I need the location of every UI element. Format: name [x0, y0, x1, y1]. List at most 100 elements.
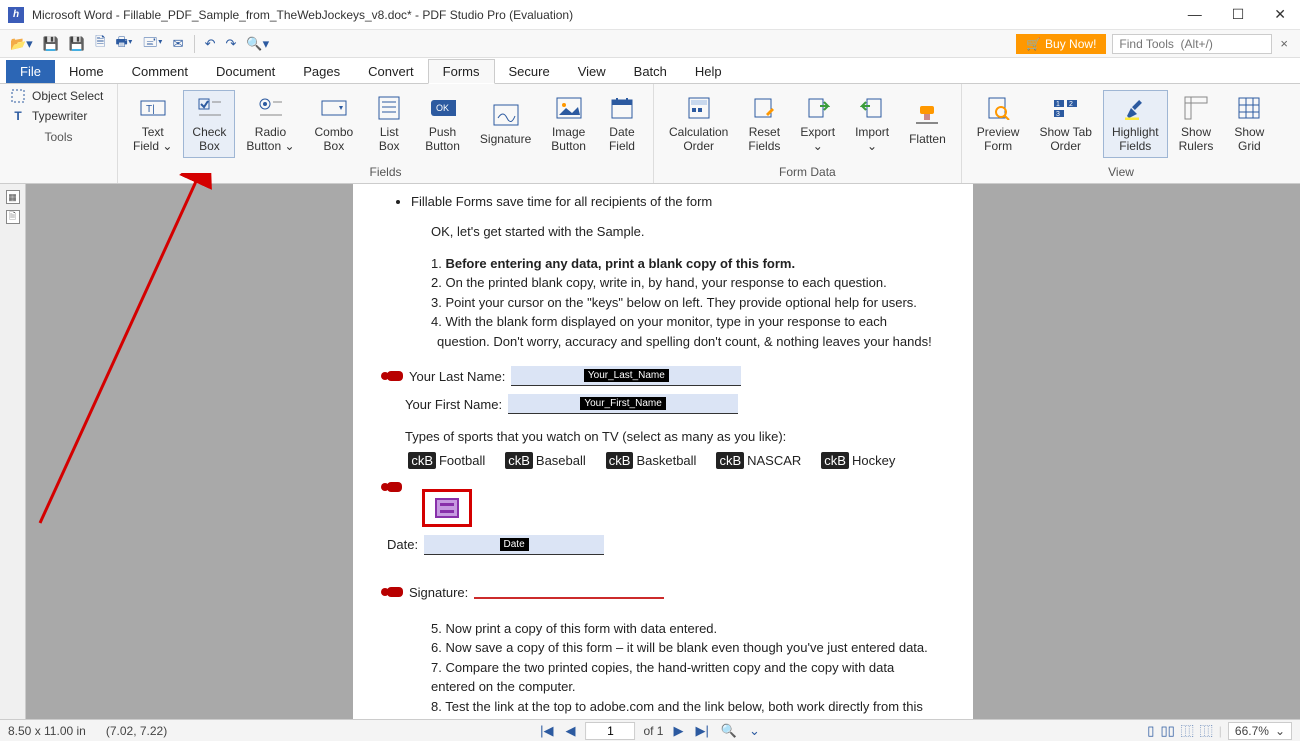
list-box-button[interactable]: List Box — [364, 90, 414, 158]
mail-icon[interactable]: ✉ — [169, 34, 188, 54]
buy-now-button[interactable]: 🛒 Buy Now! — [1016, 34, 1106, 54]
cursor-coords: (7.02, 7.22) — [106, 724, 167, 738]
last-page-button[interactable]: ▶| — [693, 723, 710, 739]
flatten-icon — [914, 102, 940, 128]
sport-baseball[interactable]: ckBBaseball — [505, 452, 586, 469]
tab-document[interactable]: Document — [202, 60, 289, 83]
date-label: Date: — [387, 537, 418, 552]
show-tab-order-button[interactable]: 123Show Tab Order — [1030, 90, 1100, 158]
workspace: ▦ 🗎 Fillable Forms save time for all rec… — [0, 184, 1300, 719]
typewriter-button[interactable]: TTypewriter — [10, 108, 107, 124]
tab-secure[interactable]: Secure — [495, 60, 564, 83]
find-close-icon[interactable]: × — [1274, 36, 1294, 51]
preview-form-button[interactable]: Preview Form — [968, 90, 1029, 158]
pages-icon[interactable]: 🗎 — [6, 210, 20, 224]
tab-home[interactable]: Home — [55, 60, 118, 83]
signature-button[interactable]: Signature — [471, 97, 540, 151]
highlight-icon — [1122, 95, 1148, 121]
signature-label: Signature: — [409, 585, 468, 600]
svg-text:2: 2 — [1069, 101, 1073, 108]
date-field[interactable]: Date — [424, 535, 604, 555]
view-facing-icon[interactable]: ⿲ — [1181, 721, 1194, 740]
date-field-button[interactable]: Date Field — [597, 90, 647, 158]
attach-icon[interactable]: 🖃▾ — [139, 31, 167, 57]
zoom-level[interactable]: 66.7%⌄ — [1228, 722, 1292, 740]
combo-box-button[interactable]: Combo Box — [306, 90, 363, 158]
zoom-dropdown-icon[interactable]: ⌄ — [747, 723, 762, 739]
tab-help[interactable]: Help — [681, 60, 736, 83]
import-button[interactable]: Import ⌄ — [846, 90, 898, 158]
first-name-field[interactable]: Your_First_Name — [508, 394, 738, 414]
save-all-icon[interactable]: 🗎 — [91, 31, 109, 57]
svg-text:T|: T| — [146, 104, 155, 115]
tab-forms[interactable]: Forms — [428, 59, 495, 84]
print-icon[interactable]: 🖶▾ — [112, 31, 137, 57]
last-name-label: Your Last Name: — [409, 369, 505, 384]
check-box-button[interactable]: Check Box — [183, 90, 235, 158]
sport-nascar[interactable]: ckBNASCAR — [716, 452, 801, 469]
radio-icon — [257, 95, 283, 121]
show-grid-button[interactable]: Show Grid — [1224, 90, 1274, 158]
calculation-order-button[interactable]: Calculation Order — [660, 90, 737, 158]
tab-view[interactable]: View — [564, 60, 620, 83]
tab-pages[interactable]: Pages — [289, 60, 354, 83]
page-number-input[interactable] — [585, 722, 635, 740]
reset-fields-button[interactable]: Reset Fields — [739, 90, 789, 158]
undo-icon[interactable]: ↶ — [201, 34, 220, 54]
open-icon[interactable]: 📂▾ — [6, 34, 37, 54]
quick-access-toolbar: 📂▾ 💾 💾 🗎 🖶▾ 🖃▾ ✉ ↶ ↷ 🔍▾ 🛒 Buy Now! × — [0, 30, 1300, 58]
view-continuous-icon[interactable]: ▯▯ — [1160, 723, 1174, 739]
import-icon — [859, 95, 885, 121]
sports-label: Types of sports that you watch on TV (se… — [405, 428, 955, 446]
close-button[interactable]: ✕ — [1268, 4, 1292, 25]
view-single-icon[interactable]: ▯ — [1147, 723, 1154, 739]
flatten-button[interactable]: Flatten — [900, 97, 955, 151]
side-panel: ▦ 🗎 — [0, 184, 26, 719]
next-page-button[interactable]: ▶ — [671, 723, 685, 739]
tab-file[interactable]: File — [6, 60, 55, 83]
thumbnails-icon[interactable]: ▦ — [6, 190, 20, 204]
image-icon — [556, 95, 582, 121]
text-field-button[interactable]: T|Text Field ⌄ — [124, 90, 181, 158]
zoom-out-icon[interactable]: 🔍 — [719, 723, 739, 739]
maximize-button[interactable]: ☐ — [1226, 4, 1251, 25]
prev-page-button[interactable]: ◀ — [563, 723, 577, 739]
signature-line[interactable] — [474, 585, 664, 599]
intro-text: OK, let's get started with the Sample. — [431, 223, 955, 241]
tab-comment[interactable]: Comment — [118, 60, 202, 83]
last-name-field[interactable]: Your_Last_Name — [511, 366, 741, 386]
sport-basketball[interactable]: ckBBasketball — [606, 452, 697, 469]
window-title: Microsoft Word - Fillable_PDF_Sample_fro… — [32, 8, 1182, 22]
radio-button-button[interactable]: Radio Button ⌄ — [237, 90, 303, 158]
highlighted-checkbox[interactable] — [422, 489, 472, 527]
group-label-fields: Fields — [118, 163, 653, 183]
minimize-button[interactable]: — — [1182, 4, 1208, 25]
tab-convert[interactable]: Convert — [354, 60, 428, 83]
tab-batch[interactable]: Batch — [620, 60, 681, 83]
key-icon — [387, 482, 402, 492]
typewriter-icon: T — [10, 108, 26, 124]
push-button-button[interactable]: OKPush Button — [416, 90, 469, 158]
object-select-button[interactable]: Object Select — [10, 88, 107, 104]
show-rulers-button[interactable]: Show Rulers — [1170, 90, 1223, 158]
signature-icon — [493, 102, 519, 128]
grid-icon — [1236, 95, 1262, 121]
step-4a: 4. With the blank form displayed on your… — [431, 313, 955, 331]
sport-hockey[interactable]: ckBHockey — [821, 452, 895, 469]
save-as-icon[interactable]: 💾 — [65, 34, 89, 54]
first-name-label: Your First Name: — [405, 397, 502, 412]
svg-text:1: 1 — [1056, 101, 1060, 108]
title-bar: h Microsoft Word - Fillable_PDF_Sample_f… — [0, 0, 1300, 30]
list-icon — [376, 95, 402, 121]
first-page-button[interactable]: |◀ — [538, 723, 555, 739]
view-cover-icon[interactable]: ⿲ — [1200, 721, 1213, 740]
save-icon[interactable]: 💾 — [39, 34, 63, 54]
image-button-button[interactable]: Image Button — [542, 90, 595, 158]
redo-icon[interactable]: ↷ — [221, 34, 240, 54]
sport-football[interactable]: ckBFootball — [408, 452, 485, 469]
status-bar: 8.50 x 11.00 in (7.02, 7.22) |◀ ◀ of 1 ▶… — [0, 719, 1300, 741]
find-tools-input[interactable] — [1112, 34, 1272, 54]
zoom-icon[interactable]: 🔍▾ — [242, 34, 273, 54]
export-button[interactable]: Export ⌄ — [791, 90, 844, 158]
highlight-fields-button[interactable]: Highlight Fields — [1103, 90, 1168, 158]
